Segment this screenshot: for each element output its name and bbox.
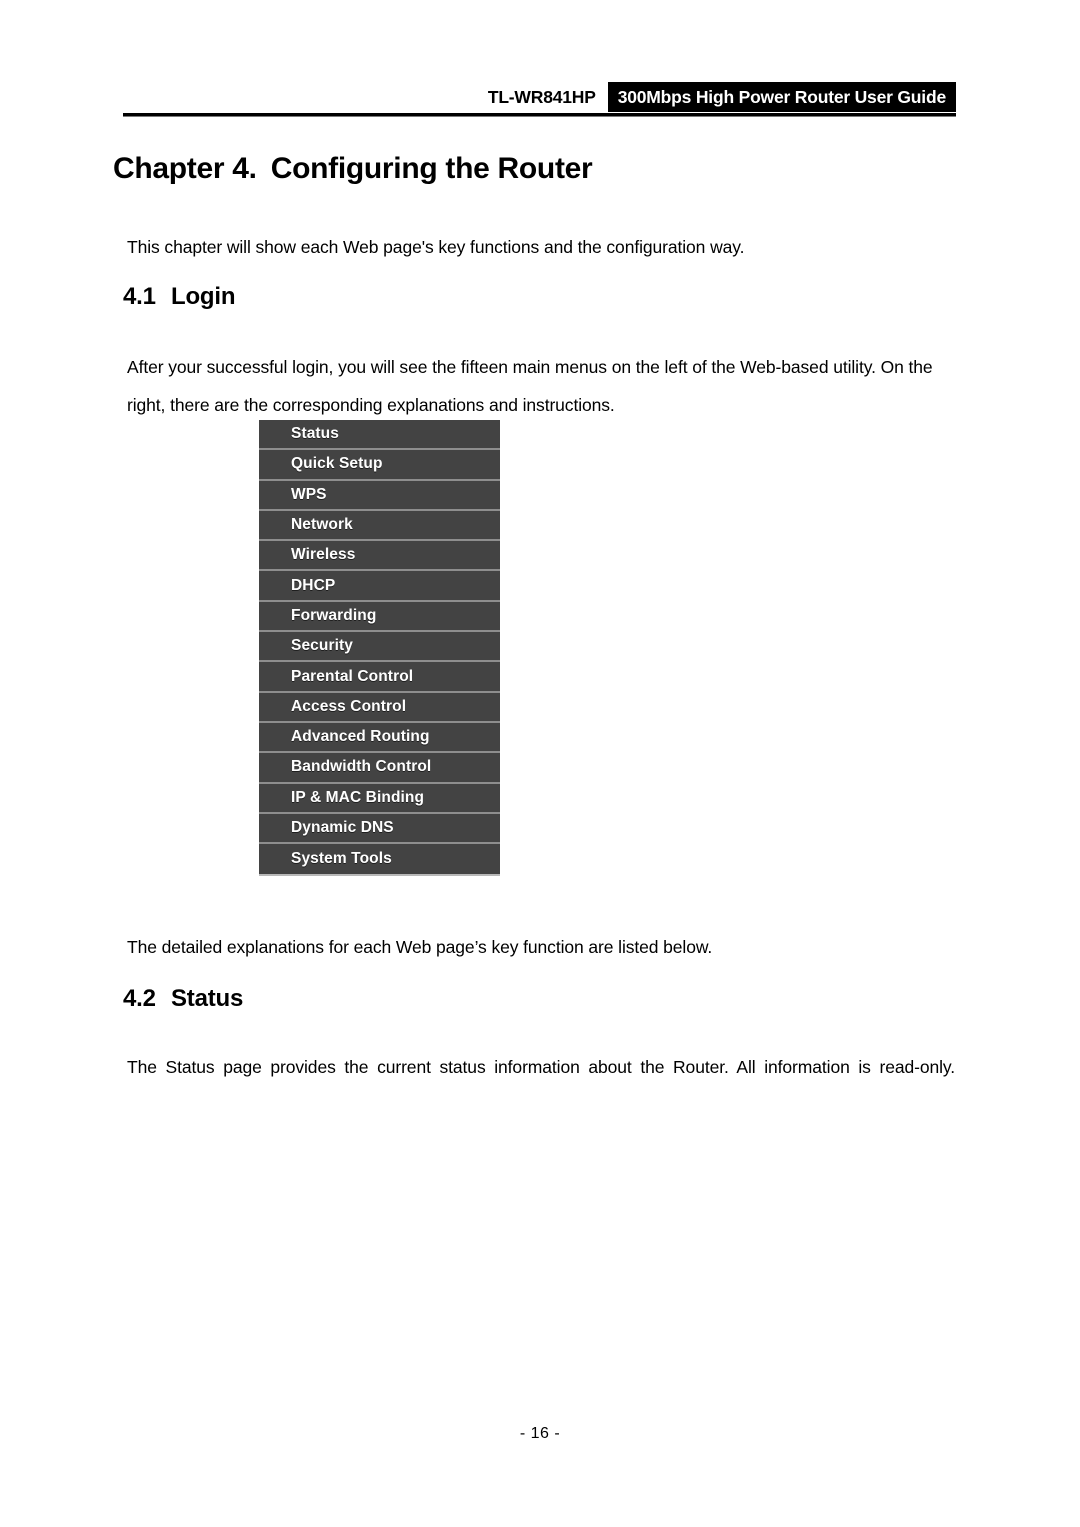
menu-item-label: Parental Control xyxy=(291,667,414,685)
menu-item-bandwidth-control[interactable]: Bandwidth Control xyxy=(259,753,500,784)
chapter-number: Chapter 4. xyxy=(113,152,257,185)
status-paragraph: The Status page provides the current sta… xyxy=(127,1057,955,1077)
menu-item-dhcp[interactable]: DHCP xyxy=(259,571,500,602)
menu-item-label: DHCP xyxy=(291,576,336,594)
menu-item-label: Security xyxy=(291,637,353,655)
login-paragraph: After your successful login, you will se… xyxy=(127,357,933,415)
menu-item-label: Access Control xyxy=(291,697,407,715)
running-header-row: TL-WR841HP 300Mbps High Power Router Use… xyxy=(123,82,956,112)
menu-item-parental-control[interactable]: Parental Control xyxy=(259,662,500,693)
chapter-intro-paragraph: This chapter will show each Web page's k… xyxy=(127,237,745,257)
section-number-status: 4.2 xyxy=(123,985,156,1012)
router-menu-figure: Status Quick Setup WPS Network Wireless … xyxy=(259,420,500,877)
running-header: TL-WR841HP 300Mbps High Power Router Use… xyxy=(123,82,956,117)
menu-item-label: Advanced Routing xyxy=(291,728,430,746)
menu-item-security[interactable]: Security xyxy=(259,632,500,663)
document-page: TL-WR841HP 300Mbps High Power Router Use… xyxy=(0,0,1080,1527)
section-title-status: Status xyxy=(171,985,244,1012)
menu-item-wireless[interactable]: Wireless xyxy=(259,541,500,572)
menu-item-wps[interactable]: WPS xyxy=(259,480,500,511)
chapter-heading: Chapter 4. Configuring the Router xyxy=(113,152,963,186)
menu-item-label: Forwarding xyxy=(291,606,377,624)
menu-item-label: Bandwidth Control xyxy=(291,758,432,776)
header-divider-rule xyxy=(123,113,956,117)
menu-item-label: Status xyxy=(291,425,339,443)
section-title-login: Login xyxy=(171,283,236,310)
menu-item-system-tools[interactable]: System Tools xyxy=(259,844,500,875)
section-number-login: 4.1 xyxy=(123,283,156,310)
menu-item-label: WPS xyxy=(291,485,327,503)
chapter-title: Configuring the Router xyxy=(270,152,593,185)
menu-item-status[interactable]: Status xyxy=(259,420,500,451)
page-number-footer: - 16 - xyxy=(519,1425,561,1442)
menu-item-label: System Tools xyxy=(291,850,392,868)
header-model-name: TL-WR841HP xyxy=(487,82,608,112)
menu-item-label: IP & MAC Binding xyxy=(291,788,425,806)
menu-item-advanced-routing[interactable]: Advanced Routing xyxy=(259,722,500,754)
menu-item-label: Wireless xyxy=(291,546,356,564)
menu-item-label: Network xyxy=(291,516,353,534)
menu-item-access-control[interactable]: Access Control xyxy=(259,692,500,723)
menu-item-dynamic-dns[interactable]: Dynamic DNS xyxy=(259,813,500,845)
menu-item-network[interactable]: Network xyxy=(259,510,500,542)
menu-item-label: Quick Setup xyxy=(291,455,383,473)
menu-item-forwarding[interactable]: Forwarding xyxy=(259,601,500,633)
menu-item-ip-mac-binding[interactable]: IP & MAC Binding xyxy=(259,783,500,814)
menu-item-quick-setup[interactable]: Quick Setup xyxy=(259,450,500,481)
figure-followup-paragraph: The detailed explanations for each Web p… xyxy=(127,937,713,957)
menu-item-label: Dynamic DNS xyxy=(291,819,394,836)
header-document-title: 300Mbps High Power Router User Guide xyxy=(607,82,956,112)
section-heading-login: 4.1 Login xyxy=(123,283,823,311)
section-heading-status: 4.2 Status xyxy=(123,985,823,1013)
